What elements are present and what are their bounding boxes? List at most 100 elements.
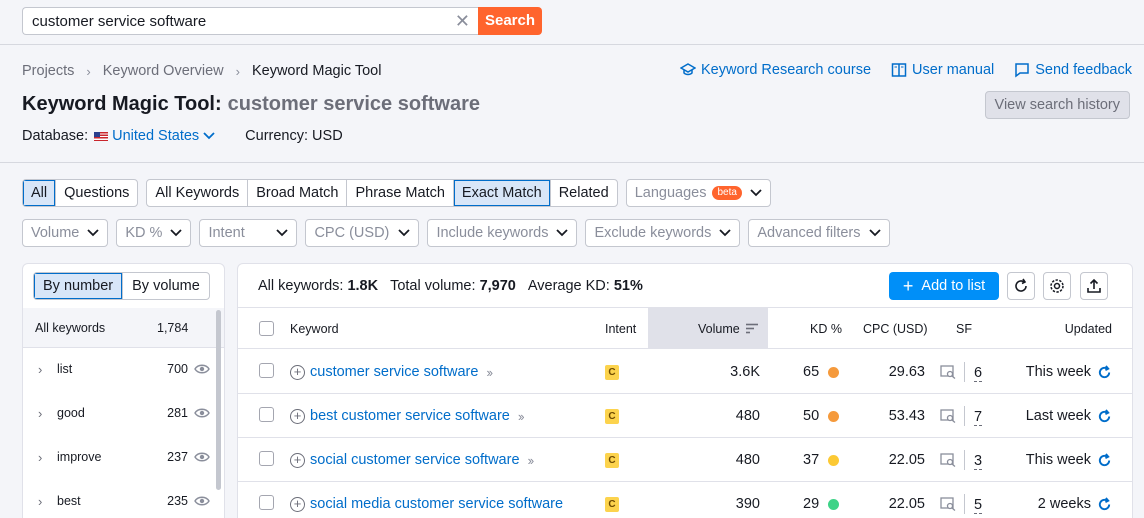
user-manual-link[interactable]: User manual xyxy=(891,62,994,78)
row-checkbox[interactable] xyxy=(259,363,274,378)
tab-phrase-match[interactable]: Phrase Match xyxy=(346,180,452,206)
total-volume-stat-label: Total volume: xyxy=(390,278,476,294)
group-item[interactable]: › good 281 xyxy=(23,392,213,436)
refresh-icon[interactable] xyxy=(1097,496,1112,512)
cpc-filter[interactable]: CPC (USD) xyxy=(305,219,420,247)
exclude-keywords-filter[interactable]: Exclude keywords xyxy=(585,219,741,247)
sf-count[interactable]: 6 xyxy=(974,366,983,382)
keyword-groups-panel: By number By volume All keywords 1,784 ›… xyxy=(22,263,225,518)
tab-all-keywords[interactable]: All Keywords xyxy=(147,180,247,206)
sf-count[interactable]: 5 xyxy=(974,498,983,514)
serp-features-icon[interactable] xyxy=(940,497,956,511)
group-item[interactable]: › best 235 xyxy=(23,480,213,518)
database-selector: Database: United States Currency: USD xyxy=(22,128,343,144)
search-input[interactable]: customer service software ✕ xyxy=(22,7,478,35)
database-country-dropdown[interactable]: United States xyxy=(94,128,215,144)
column-cpc[interactable]: CPC (USD) xyxy=(863,322,928,336)
eye-icon[interactable] xyxy=(194,495,210,507)
serp-features-icon[interactable] xyxy=(940,365,956,379)
keyword-link[interactable]: + social customer service software ›› xyxy=(290,452,535,468)
updated-value: This week xyxy=(1025,452,1091,468)
keyword-link[interactable]: + customer service software ›› xyxy=(290,364,493,380)
refresh-icon[interactable] xyxy=(1097,452,1112,468)
settings-button[interactable] xyxy=(1043,272,1071,300)
languages-dropdown[interactable]: Languages beta xyxy=(625,179,771,207)
search-button[interactable]: Search xyxy=(478,7,542,35)
sort-icon[interactable] xyxy=(745,323,759,334)
group-item[interactable]: › list 700 xyxy=(23,348,213,392)
add-circle-icon[interactable]: + xyxy=(290,496,305,512)
double-chevron-icon[interactable]: ›› xyxy=(518,409,525,424)
kd-filter[interactable]: KD % xyxy=(116,219,192,247)
add-circle-icon[interactable]: + xyxy=(290,452,305,468)
column-sf[interactable]: SF xyxy=(956,322,972,336)
refresh-icon[interactable] xyxy=(1097,408,1112,424)
row-checkbox[interactable] xyxy=(259,495,274,510)
refresh-button[interactable] xyxy=(1007,272,1035,300)
include-keywords-label: Include keywords xyxy=(436,225,549,241)
column-kd[interactable]: KD % xyxy=(810,322,842,336)
table-row: + social media customer service software … xyxy=(238,482,1132,518)
user-manual-label: User manual xyxy=(912,62,995,78)
sf-divider xyxy=(964,406,965,426)
keyword-link[interactable]: + best customer service software ›› xyxy=(290,408,525,424)
tab-broad-match[interactable]: Broad Match xyxy=(247,180,346,206)
breadcrumb-keyword-overview[interactable]: Keyword Overview xyxy=(103,63,224,79)
groups-scrollbar[interactable] xyxy=(216,310,221,490)
database-country: United States xyxy=(112,128,200,144)
kd-value: 50 xyxy=(803,408,820,424)
view-search-history-button[interactable]: View search history xyxy=(984,91,1130,119)
total-volume-stat-value: 7,970 xyxy=(479,278,516,294)
intent-filter[interactable]: Intent xyxy=(199,219,298,247)
volume-filter[interactable]: Volume xyxy=(22,219,109,247)
table-row: + customer service software ›› C 3.6K 65 2… xyxy=(238,350,1132,394)
select-all-checkbox[interactable] xyxy=(259,321,274,336)
keyword-link[interactable]: + social media customer service software xyxy=(290,496,563,512)
sf-count[interactable]: 3 xyxy=(974,454,983,470)
chevron-right-icon[interactable]: › xyxy=(38,362,42,377)
keyword-research-course-link[interactable]: Keyword Research course xyxy=(679,62,871,78)
row-checkbox[interactable] xyxy=(259,407,274,422)
by-number-button[interactable]: By number xyxy=(34,273,123,299)
chevron-down-icon xyxy=(868,229,881,237)
eye-icon[interactable] xyxy=(194,451,210,463)
group-item[interactable]: › improve 237 xyxy=(23,436,213,480)
column-volume[interactable]: Volume xyxy=(698,322,740,336)
eye-icon[interactable] xyxy=(194,407,210,419)
group-label: improve xyxy=(57,450,102,464)
clear-icon[interactable]: ✕ xyxy=(455,11,470,31)
by-volume-button[interactable]: By volume xyxy=(122,273,209,299)
kd-dot xyxy=(828,455,839,466)
page-title-keyword: customer service software xyxy=(227,93,480,115)
chevron-right-icon[interactable]: › xyxy=(38,450,42,465)
row-checkbox[interactable] xyxy=(259,451,274,466)
serp-features-icon[interactable] xyxy=(940,409,956,423)
tab-all[interactable]: All xyxy=(23,180,56,206)
add-circle-icon[interactable]: + xyxy=(290,364,305,380)
tab-questions[interactable]: Questions xyxy=(55,180,137,206)
all-keywords-group[interactable]: All keywords 1,784 xyxy=(23,308,224,348)
add-to-list-button[interactable]: + Add to list xyxy=(889,272,999,300)
refresh-icon[interactable] xyxy=(1097,364,1112,380)
column-updated[interactable]: Updated xyxy=(1065,322,1112,336)
book-icon xyxy=(891,63,907,77)
tab-exact-match[interactable]: Exact Match xyxy=(452,180,550,206)
sf-count[interactable]: 7 xyxy=(974,410,983,426)
send-feedback-link[interactable]: Send feedback xyxy=(1014,62,1132,78)
include-keywords-filter[interactable]: Include keywords xyxy=(427,219,578,247)
chevron-right-icon[interactable]: › xyxy=(38,406,42,421)
chevron-down-icon xyxy=(556,229,569,237)
column-intent[interactable]: Intent xyxy=(605,322,636,336)
tab-related[interactable]: Related xyxy=(549,180,617,206)
chevron-right-icon[interactable]: › xyxy=(38,494,42,509)
chevron-down-icon xyxy=(203,132,215,140)
serp-features-icon[interactable] xyxy=(940,453,956,467)
double-chevron-icon[interactable]: ›› xyxy=(486,365,493,380)
export-button[interactable] xyxy=(1080,272,1108,300)
eye-icon[interactable] xyxy=(194,363,210,375)
advanced-filters[interactable]: Advanced filters xyxy=(748,219,890,247)
add-circle-icon[interactable]: + xyxy=(290,408,305,424)
column-keyword[interactable]: Keyword xyxy=(290,322,339,336)
double-chevron-icon[interactable]: ›› xyxy=(528,453,535,468)
breadcrumb-projects[interactable]: Projects xyxy=(22,63,74,79)
